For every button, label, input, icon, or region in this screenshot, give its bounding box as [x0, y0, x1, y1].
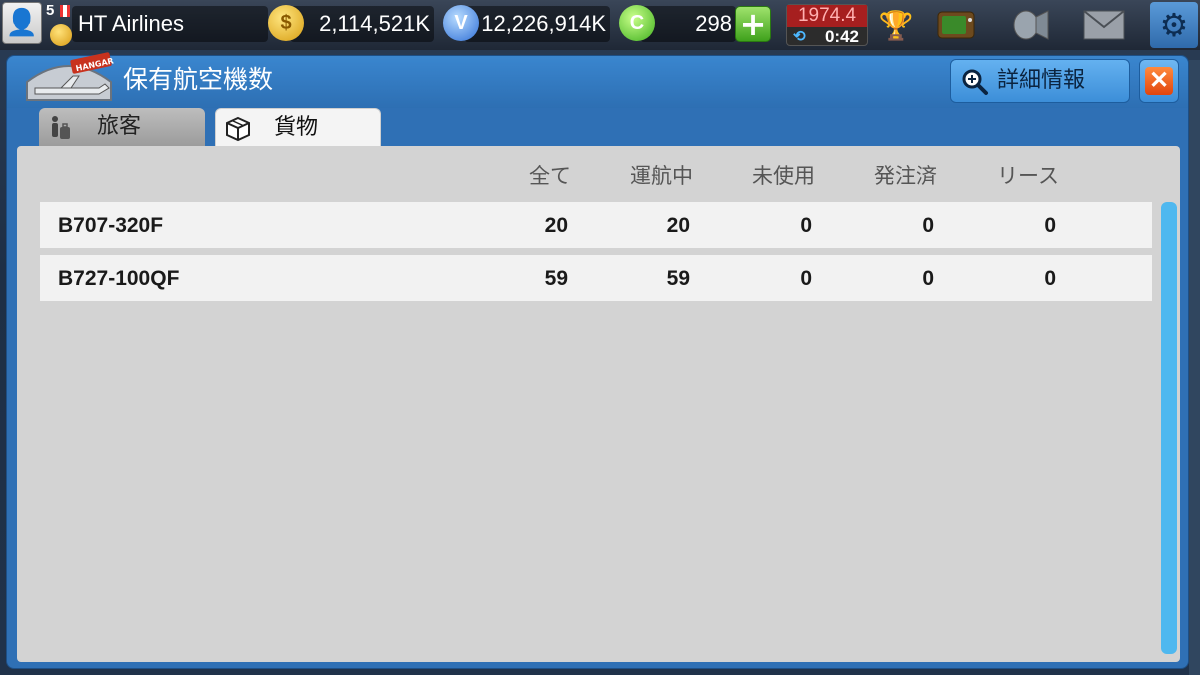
count-unused: 0 [800, 214, 812, 237]
count-ordered: 0 [922, 267, 934, 290]
megaphone-icon[interactable] [1010, 4, 1054, 46]
count-leased: 0 [1044, 214, 1056, 237]
column-header-leased: リース [997, 164, 1059, 188]
close-icon: ✕ [1145, 67, 1173, 95]
count-ordered: 0 [922, 214, 934, 237]
flag-icon [60, 5, 70, 17]
column-header-all: 全て [529, 164, 571, 188]
column-header-unused: 未使用 [752, 164, 815, 188]
passenger-luggage-icon [52, 116, 70, 139]
fleet-dialog: HANGAR 保有航空機数 詳細情報 ✕ 旅客 貨物 全て 運航中 未使用 発注… [6, 52, 1189, 669]
game-timer: ⟲ 0:42 [787, 27, 867, 46]
count-all: 59 [544, 267, 568, 290]
settings-button[interactable]: ⚙ [1150, 2, 1198, 48]
zoom-in-icon [962, 69, 988, 95]
aircraft-model: B707-320F [58, 214, 164, 237]
green-amount: 298 [695, 11, 732, 36]
dialog-header: HANGAR 保有航空機数 詳細情報 ✕ [7, 52, 1188, 108]
tab-passenger-label: 旅客 [97, 114, 142, 139]
count-active: 20 [666, 214, 690, 237]
vip-coin-icon: V [443, 5, 479, 41]
column-header-active: 運航中 [630, 164, 693, 188]
hangar-icon: HANGAR [26, 52, 114, 101]
gold-amount: 2,114,521K [319, 11, 430, 36]
tab-cargo[interactable]: 貨物 [215, 108, 381, 148]
table-row[interactable]: B727-100QF 59 59 0 0 0 [40, 255, 1152, 301]
table-row[interactable]: B707-320F 20 20 0 0 0 [40, 202, 1152, 248]
timer-value: 0:42 [824, 27, 859, 46]
count-all: 20 [544, 214, 568, 237]
cargo-box-icon [226, 116, 250, 142]
mail-icon[interactable] [1082, 4, 1126, 46]
detail-info-label: 詳細情報 [997, 68, 1086, 93]
count-unused: 0 [800, 267, 812, 290]
trophy-icon[interactable]: 🏆 [874, 4, 918, 46]
tab-passenger[interactable]: 旅客 [39, 108, 205, 148]
medal-icon [50, 24, 72, 46]
green-coin-icon: C [619, 5, 655, 41]
gear-icon: ⚙ [1159, 6, 1189, 44]
airline-name: HT Airlines [78, 11, 184, 36]
scrollbar[interactable] [1161, 202, 1177, 654]
game-date-box: 1974.4 ⟲ 0:42 [786, 4, 868, 46]
game-date: 1974.4 [787, 5, 867, 27]
column-header-ordered: 発注済 [874, 164, 937, 188]
detail-info-button[interactable]: 詳細情報 [950, 59, 1130, 103]
player-avatar[interactable]: 👤 [2, 2, 42, 44]
vip-balance: 12,226,914K [464, 6, 610, 42]
airline-name-box[interactable]: HT Airlines [72, 6, 268, 42]
count-active: 59 [666, 267, 690, 290]
player-level: 5 [46, 2, 55, 19]
aircraft-model: B727-100QF [58, 267, 180, 290]
count-leased: 0 [1044, 267, 1056, 290]
gold-coin-icon: $ [268, 5, 304, 41]
gold-balance: 2,114,521K [290, 6, 434, 42]
fleet-table-panel: 全て 運航中 未使用 発注済 リース B707-320F 20 20 0 0 0… [17, 146, 1180, 662]
top-status-bar: 👤 5 HT Airlines 2,114,521K $ 12,226,914K… [0, 0, 1200, 50]
close-button[interactable]: ✕ [1139, 59, 1179, 103]
tab-cargo-label: 貨物 [274, 115, 319, 140]
refresh-icon: ⟲ [793, 28, 806, 45]
tv-icon[interactable] [934, 4, 978, 46]
add-currency-button[interactable]: + [735, 6, 771, 42]
dialog-title: 保有航空機数 [123, 65, 274, 94]
vip-amount: 12,226,914K [481, 11, 606, 36]
background-peek [1189, 60, 1200, 675]
person-icon: 👤 [5, 8, 39, 38]
